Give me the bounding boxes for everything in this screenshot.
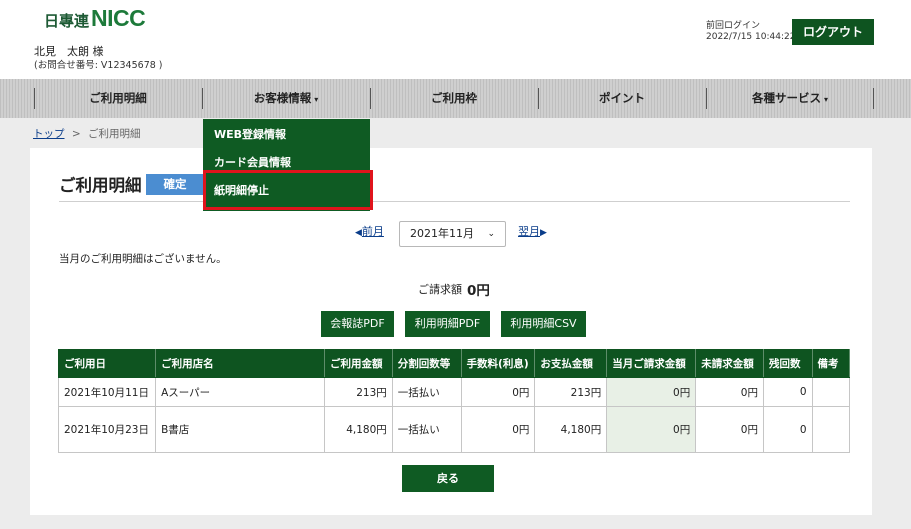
column-header: ご利用日 <box>57 349 157 378</box>
table-cell: 0円 <box>460 377 536 407</box>
triangle-left-icon: ◀ <box>355 228 362 238</box>
billing-amount: 0円 <box>467 283 490 299</box>
triangle-right-icon: ▶ <box>540 228 547 238</box>
statement-pdf-button[interactable]: 利用明細PDF <box>405 311 490 337</box>
chevron-down-icon: ▾ <box>823 95 828 104</box>
table-cell: 0 <box>762 406 813 453</box>
table-cell: 213円 <box>324 377 393 407</box>
billing-label: ご請求額 <box>418 283 462 296</box>
page-title: ご利用明細 <box>59 176 142 195</box>
inquiry-number: (お問合せ番号: V12345678 ) <box>34 60 163 71</box>
table-cell: 0円 <box>695 377 764 407</box>
table-row: 2021年10月23日 B書店 4,180円 一括払い 0円 4,180円 0円… <box>57 406 851 453</box>
back-button[interactable]: 戻る <box>402 465 494 492</box>
table-cell <box>811 406 851 453</box>
table-row: 2021年10月11日 Aスーパー 213円 一括払い 0円 213円 0円 0… <box>57 377 851 407</box>
statement-csv-button[interactable]: 利用明細CSV <box>501 311 586 337</box>
table-cell: 0円 <box>695 406 764 453</box>
table-cell: 2021年10月11日 <box>57 377 157 407</box>
chevron-down-icon: ▾ <box>314 95 319 104</box>
highlight-box <box>203 170 373 210</box>
column-header: お支払金額 <box>534 349 608 378</box>
column-header: ご利用金額 <box>324 349 393 378</box>
table-header-row: ご利用日 ご利用店名 ご利用金額 分割回数等 手数料(利息) お支払金額 当月ご… <box>57 349 851 378</box>
last-login: 前回ログイン 2022/7/15 10:44:22 <box>706 21 795 43</box>
table-cell: 0 <box>762 377 813 407</box>
logout-button[interactable]: ログアウト <box>792 19 874 45</box>
menu-item-web-registration[interactable]: WEB登録情報 <box>203 121 370 149</box>
last-login-time: 2022/7/15 10:44:22 <box>706 32 796 42</box>
title-divider <box>59 201 850 202</box>
nav-item-usage-statement[interactable]: ご利用明細 <box>34 79 202 118</box>
table-cell: 0円 <box>460 406 536 453</box>
nav-divider <box>873 88 874 109</box>
nav-item-services[interactable]: 各種サービス ▾ <box>706 79 874 118</box>
table-cell: 2021年10月23日 <box>57 406 157 453</box>
table-cell: B書店 <box>155 406 326 453</box>
column-header: 分割回数等 <box>391 349 462 378</box>
newsletter-pdf-button[interactable]: 会報誌PDF <box>321 311 394 337</box>
table-cell: Aスーパー <box>155 377 326 407</box>
last-login-label: 前回ログイン <box>706 21 761 31</box>
column-header: 手数料(利息) <box>460 349 536 378</box>
month-select[interactable]: 2021年11月 ⌄ <box>399 221 506 247</box>
column-header: 当月ご請求金額 <box>606 349 697 378</box>
no-data-message: 当月のご利用明細はございません。 <box>59 253 227 265</box>
table-cell: 0円 <box>606 377 697 407</box>
table-cell: 4,180円 <box>324 406 393 453</box>
column-header: 備考 <box>811 349 851 378</box>
nav-item-credit-limit[interactable]: ご利用枠 <box>370 79 538 118</box>
status-badge: 確定 <box>146 174 204 195</box>
table-cell: 4,180円 <box>534 406 608 453</box>
nav-item-customer-info[interactable]: お客様情報 ▾ <box>202 79 370 118</box>
next-month-link[interactable]: 翌月▶ <box>518 223 547 239</box>
column-header: 残回数 <box>762 349 813 378</box>
column-header: 未請求金額 <box>695 349 764 378</box>
nav-item-points[interactable]: ポイント <box>538 79 706 118</box>
usage-table: ご利用日 ご利用店名 ご利用金額 分割回数等 手数料(利息) お支払金額 当月ご… <box>57 349 851 453</box>
breadcrumb-separator: > <box>71 128 81 140</box>
breadcrumb: トップ > ご利用明細 <box>33 126 141 141</box>
table-cell <box>811 377 851 407</box>
table-cell: 一括払い <box>391 406 462 453</box>
chevron-down-icon: ⌄ <box>487 229 495 239</box>
table-cell: 一括払い <box>391 377 462 407</box>
table-cell: 0円 <box>606 406 697 453</box>
breadcrumb-home-link[interactable]: トップ <box>33 128 65 140</box>
breadcrumb-current: ご利用明細 <box>88 128 141 140</box>
table-cell: 213円 <box>534 377 608 407</box>
brand-logo: 日專連NICC <box>44 5 146 31</box>
column-header: ご利用店名 <box>155 349 326 378</box>
main-nav: ご利用明細 お客様情報 ▾ ご利用枠 ポイント 各種サービス ▾ <box>0 79 911 118</box>
prev-month-link[interactable]: ◀前月 <box>355 223 384 239</box>
